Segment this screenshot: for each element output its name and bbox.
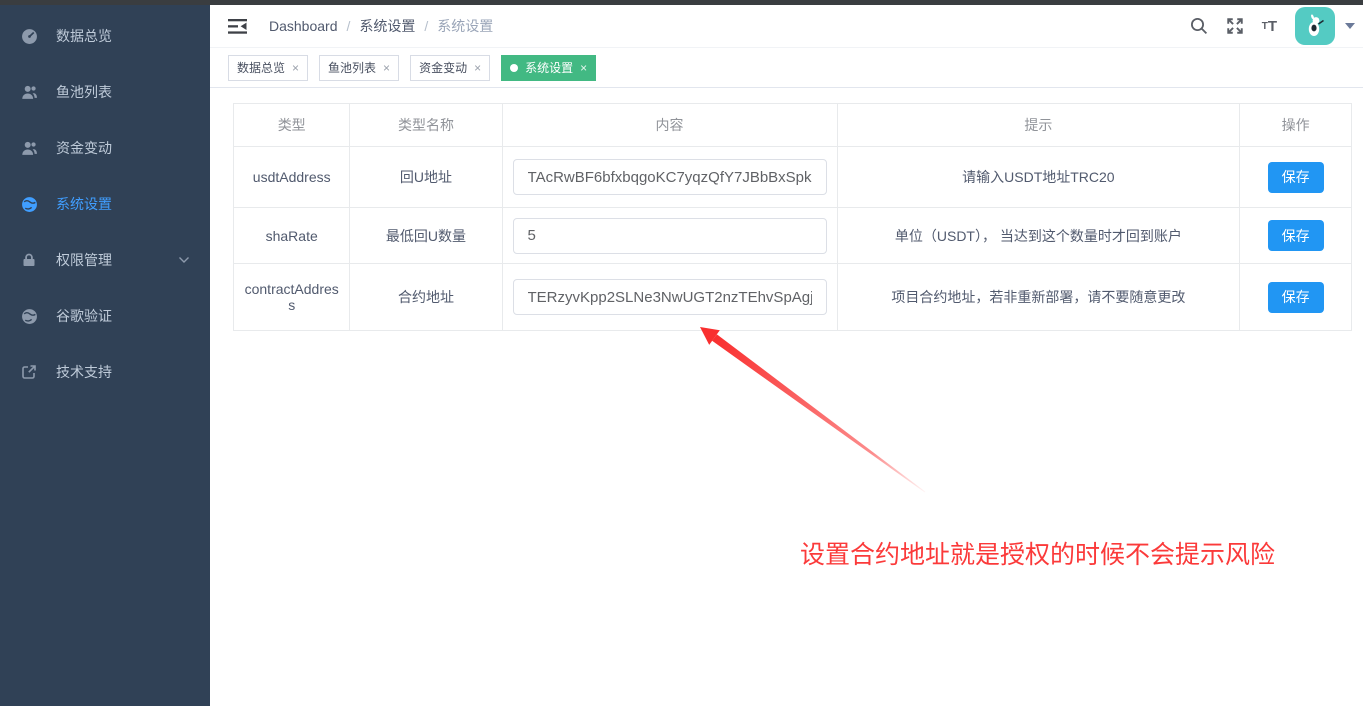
sidebar-item-label: 谷歌验证 bbox=[56, 306, 112, 326]
breadcrumb-separator: / bbox=[424, 18, 428, 34]
dashboard-icon bbox=[20, 27, 38, 45]
sidebar-item-pool-list[interactable]: 鱼池列表 bbox=[0, 64, 210, 120]
col-header-action: 操作 bbox=[1240, 104, 1352, 147]
cell-type: contractAddress bbox=[234, 264, 350, 331]
cell-type-name: 回U地址 bbox=[350, 147, 502, 208]
tag-data-overview[interactable]: 数据总览 × bbox=[228, 55, 308, 81]
chevron-down-icon bbox=[178, 256, 190, 264]
cell-hint: 项目合约地址，若非重新部署，请不要随意更改 bbox=[837, 264, 1240, 331]
col-header-content: 内容 bbox=[502, 104, 837, 147]
cell-type: shaRate bbox=[234, 208, 350, 264]
tag-label: 数据总览 bbox=[237, 59, 285, 76]
contract-address-input[interactable] bbox=[513, 279, 827, 315]
tag-label: 鱼池列表 bbox=[328, 59, 376, 76]
col-header-hint: 提示 bbox=[837, 104, 1240, 147]
search-icon[interactable] bbox=[1190, 17, 1208, 35]
header: Dashboard / 系统设置 / 系统设置 TT bbox=[210, 5, 1363, 48]
users-icon bbox=[20, 139, 38, 157]
close-icon[interactable]: × bbox=[474, 62, 481, 74]
cell-hint: 单位（USDT）， 当达到这个数量时才回到账户 bbox=[837, 208, 1240, 264]
font-size-icon[interactable]: TT bbox=[1262, 18, 1277, 35]
header-actions: TT bbox=[1190, 7, 1363, 45]
active-dot bbox=[510, 64, 518, 72]
lock-icon bbox=[20, 251, 38, 269]
sidebar-item-permissions[interactable]: 权限管理 bbox=[0, 232, 210, 288]
tag-pool-list[interactable]: 鱼池列表 × bbox=[319, 55, 399, 81]
sidebar-item-label: 数据总览 bbox=[56, 26, 112, 46]
sha-rate-input[interactable] bbox=[513, 218, 827, 254]
sidebar-item-label: 资金变动 bbox=[56, 138, 112, 158]
breadcrumb: Dashboard / 系统设置 / 系统设置 bbox=[269, 16, 493, 36]
users-icon bbox=[20, 83, 38, 101]
save-button[interactable]: 保存 bbox=[1268, 162, 1324, 193]
breadcrumb-separator: / bbox=[347, 18, 351, 34]
cell-hint: 请输入USDT地址TRC20 bbox=[837, 147, 1240, 208]
sidebar-item-label: 技术支持 bbox=[56, 362, 112, 382]
save-button[interactable]: 保存 bbox=[1268, 220, 1324, 251]
tag-label: 资金变动 bbox=[419, 59, 467, 76]
menu-fold-icon[interactable] bbox=[228, 18, 247, 35]
table-header-row: 类型 类型名称 内容 提示 操作 bbox=[234, 104, 1352, 147]
sidebar-item-google-verify[interactable]: 谷歌验证 bbox=[0, 288, 210, 344]
cell-type: usdtAddress bbox=[234, 147, 350, 208]
table-row: contractAddress 合约地址 项目合约地址，若非重新部署，请不要随意… bbox=[234, 264, 1352, 331]
sidebar-item-tech-support[interactable]: 技术支持 bbox=[0, 344, 210, 400]
fullscreen-icon[interactable] bbox=[1226, 17, 1244, 35]
usdt-address-input[interactable] bbox=[513, 159, 827, 195]
app-root: 数据总览 鱼池列表 资金变动 系统设置 bbox=[0, 0, 1363, 706]
top-strip bbox=[0, 0, 1363, 5]
globe-icon bbox=[20, 195, 38, 213]
sidebar-menu: 数据总览 鱼池列表 资金变动 系统设置 bbox=[0, 0, 210, 400]
sidebar-item-label: 鱼池列表 bbox=[56, 82, 112, 102]
caret-down-icon[interactable] bbox=[1345, 23, 1355, 29]
tag-label: 系统设置 bbox=[525, 59, 573, 76]
col-header-type: 类型 bbox=[234, 104, 350, 147]
tag-system-settings[interactable]: 系统设置 × bbox=[501, 55, 596, 81]
breadcrumb-system-settings[interactable]: 系统设置 bbox=[359, 16, 415, 36]
table-row: usdtAddress 回U地址 请输入USDT地址TRC20 保存 bbox=[234, 147, 1352, 208]
save-button[interactable]: 保存 bbox=[1268, 282, 1324, 313]
sidebar-item-label: 权限管理 bbox=[56, 250, 112, 270]
sidebar-item-data-overview[interactable]: 数据总览 bbox=[0, 8, 210, 64]
sidebar-item-funds-change[interactable]: 资金变动 bbox=[0, 120, 210, 176]
settings-table: 类型 类型名称 内容 提示 操作 usdtAddress 回U地址 请输入USD… bbox=[233, 103, 1352, 331]
breadcrumb-dashboard[interactable]: Dashboard bbox=[269, 18, 338, 34]
close-icon[interactable]: × bbox=[580, 62, 587, 74]
sidebar: 数据总览 鱼池列表 资金变动 系统设置 bbox=[0, 0, 210, 706]
cell-type-name: 最低回U数量 bbox=[350, 208, 502, 264]
tag-funds-change[interactable]: 资金变动 × bbox=[410, 55, 490, 81]
breadcrumb-current: 系统设置 bbox=[437, 16, 493, 36]
close-icon[interactable]: × bbox=[292, 62, 299, 74]
tags-view: 数据总览 × 鱼池列表 × 资金变动 × 系统设置 × bbox=[210, 48, 1363, 88]
annotation-text: 设置合约地址就是授权的时候不会提示风险 bbox=[800, 535, 1275, 571]
avatar[interactable] bbox=[1295, 7, 1335, 45]
globe-icon bbox=[20, 307, 38, 325]
cell-type-name: 合约地址 bbox=[350, 264, 502, 331]
col-header-type-name: 类型名称 bbox=[350, 104, 502, 147]
table-row: shaRate 最低回U数量 单位（USDT）， 当达到这个数量时才回到账户 保… bbox=[234, 208, 1352, 264]
close-icon[interactable]: × bbox=[383, 62, 390, 74]
external-link-icon bbox=[20, 363, 38, 381]
sidebar-item-system-settings[interactable]: 系统设置 bbox=[0, 176, 210, 232]
sidebar-item-label: 系统设置 bbox=[56, 194, 112, 214]
